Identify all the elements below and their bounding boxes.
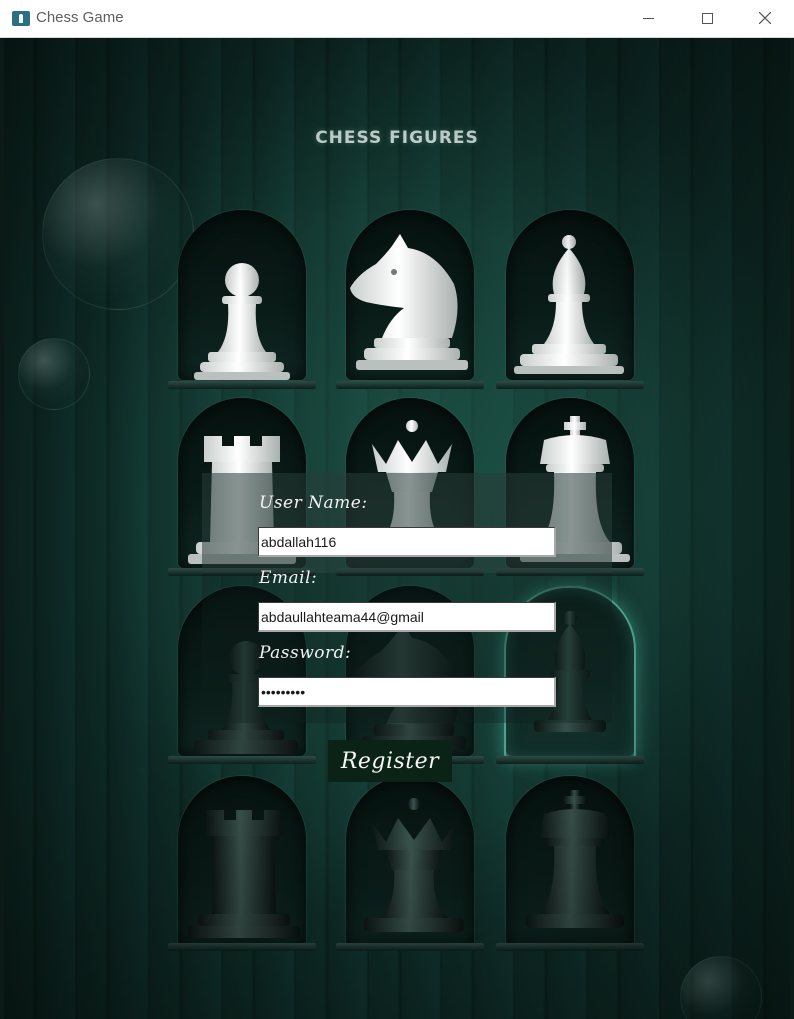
chess-game-window: Chess Game CHESS FIGURES User Name: abda… (0, 0, 794, 1019)
form-backdrop (202, 473, 612, 573)
title-bar: Chess Game (0, 0, 794, 38)
email-label: Email: (259, 568, 318, 588)
decorative-bubble (42, 158, 194, 310)
chess-app-icon (12, 11, 30, 26)
white-pawn-icon (182, 256, 302, 384)
white-bishop-icon (504, 232, 634, 384)
close-icon (759, 12, 771, 24)
chess-figures-heading: CHESS FIGURES (315, 128, 479, 148)
shelf (336, 943, 484, 951)
maximize-button[interactable] (678, 0, 736, 37)
password-input[interactable] (258, 677, 556, 707)
game-stage: CHESS FIGURES User Name: abdallah116 Ema… (4, 38, 790, 1019)
black-king-icon (510, 788, 640, 944)
shelf (496, 756, 644, 764)
window-title: Chess Game (36, 9, 124, 26)
black-rook-icon (182, 806, 306, 946)
username-input[interactable] (258, 527, 556, 557)
register-button[interactable]: Register (328, 740, 452, 782)
close-button[interactable] (736, 0, 794, 37)
username-label: User Name: (259, 493, 368, 513)
email-input[interactable] (258, 602, 556, 632)
shelf (496, 943, 644, 951)
password-label: Password: (259, 643, 352, 663)
decorative-bubble (18, 338, 90, 410)
black-queen-icon (350, 796, 478, 944)
minimize-button[interactable] (620, 0, 678, 37)
decorative-bubble (680, 956, 762, 1019)
white-knight-icon (344, 228, 474, 384)
